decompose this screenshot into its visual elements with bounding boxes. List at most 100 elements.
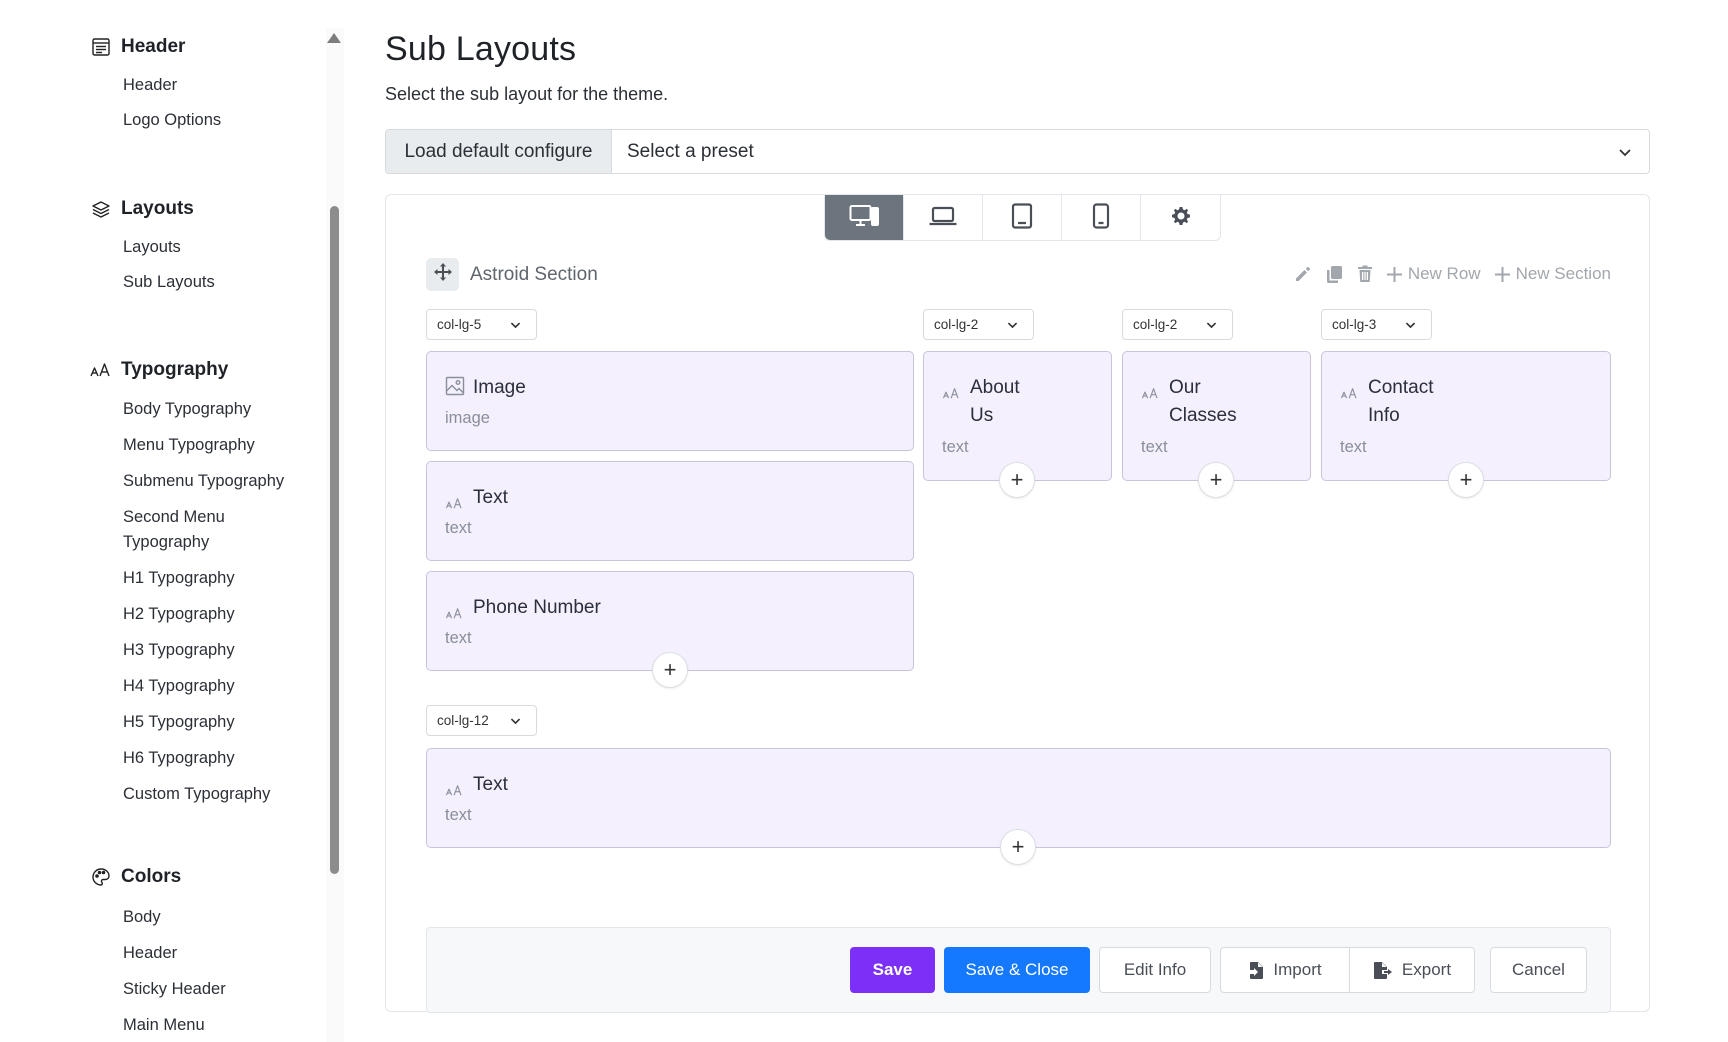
sidebar-group-layouts[interactable]: Layouts — [90, 194, 194, 224]
preset-selector: Load default configure Select a preset — [385, 129, 1650, 174]
new-section-button[interactable]: New Section — [1494, 264, 1611, 284]
sidebar-group-header[interactable]: Header — [90, 32, 185, 62]
column-width-select[interactable]: col-lg-12 — [426, 705, 537, 736]
column-width-select[interactable]: col-lg-2 — [923, 309, 1034, 340]
sidebar-item-body-typography[interactable]: Body Typography — [123, 397, 313, 422]
sidebar-scrollbar-thumb[interactable] — [330, 206, 339, 874]
import-label: Import — [1273, 960, 1322, 979]
duplicate-section-button[interactable] — [1326, 265, 1343, 284]
sidebar-item-second-menu-typography[interactable]: Second Menu Typography — [123, 505, 243, 555]
typography-icon — [90, 359, 112, 381]
addon-type: text — [942, 438, 969, 456]
new-row-button[interactable]: New Row — [1386, 264, 1481, 284]
sidebar-item-sub-layouts[interactable]: Sub Layouts — [123, 270, 313, 295]
pencil-icon — [1295, 267, 1310, 281]
copy-icon — [1326, 265, 1342, 283]
desktop-icon — [849, 204, 879, 233]
column-width-select[interactable]: col-lg-2 — [1122, 309, 1233, 340]
sidebar-item-menu-typography[interactable]: Menu Typography — [123, 433, 313, 458]
addon-title: About Us — [970, 377, 1020, 426]
column-width-value: col-lg-3 — [1332, 317, 1377, 332]
edit-section-button[interactable] — [1294, 265, 1312, 283]
sidebar-item-h5-typography[interactable]: H5 Typography — [123, 710, 313, 735]
new-row-label: New Row — [1407, 264, 1481, 283]
device-mobile-button[interactable] — [1062, 195, 1141, 240]
delete-section-button[interactable] — [1357, 265, 1373, 283]
addon-card[interactable]: Text text — [426, 461, 914, 561]
add-addon-button[interactable]: + — [999, 462, 1035, 498]
plus-icon — [1494, 266, 1510, 282]
preset-select[interactable]: Select a preset — [612, 130, 1649, 173]
edit-info-button[interactable]: Edit Info — [1099, 947, 1211, 993]
text-icon — [445, 778, 465, 806]
addon-title-wrap: Text — [445, 484, 508, 519]
column-width-value: col-lg-12 — [437, 713, 489, 728]
addon-title: Image — [473, 377, 526, 398]
sidebar-group-title: Typography — [121, 359, 229, 380]
addon-title: Phone Number — [473, 597, 601, 618]
addon-type: text — [445, 629, 472, 647]
sidebar-item-logo-options[interactable]: Logo Options — [123, 108, 313, 133]
sidebar-group-colors[interactable]: Colors — [90, 862, 181, 892]
mobile-icon — [1092, 202, 1110, 234]
sidebar-item-body[interactable]: Body — [123, 905, 313, 930]
sidebar-group-typography[interactable]: Typography — [90, 355, 228, 385]
move-icon — [433, 262, 453, 287]
sidebar-item-layouts[interactable]: Layouts — [123, 235, 313, 260]
sidebar-item-h3-typography[interactable]: H3 Typography — [123, 638, 313, 663]
column-width-value: col-lg-2 — [934, 317, 979, 332]
text-icon — [445, 491, 465, 519]
device-desktop-button[interactable] — [825, 195, 904, 240]
add-addon-button[interactable]: + — [1448, 462, 1484, 498]
load-default-button[interactable]: Load default configure — [386, 130, 612, 173]
main-content: Sub Layouts Select the sub layout for th… — [385, 0, 1728, 1042]
cancel-button[interactable]: Cancel — [1490, 947, 1587, 993]
section-name: Astroid Section — [470, 264, 598, 285]
column-width-select[interactable]: col-lg-3 — [1321, 309, 1432, 340]
sidebar-item-main-menu[interactable]: Main Menu — [123, 1013, 313, 1038]
new-section-label: New Section — [1515, 264, 1611, 283]
save-close-button[interactable]: Save & Close — [944, 947, 1090, 993]
sidebar-item-custom-typography[interactable]: Custom Typography — [123, 782, 313, 807]
builder-footer: Save Save & Close Edit Info Import Expor… — [426, 927, 1611, 1013]
addon-type: text — [1141, 438, 1168, 456]
addon-card[interactable]: Image image — [426, 351, 914, 451]
sidebar-item-header-color[interactable]: Header — [123, 941, 313, 966]
device-settings-button[interactable] — [1141, 195, 1220, 240]
layout-builder: Astroid Section New Row New Section col-… — [385, 194, 1650, 1013]
scroll-up-arrow-icon[interactable] — [327, 33, 341, 43]
sidebar-item-header[interactable]: Header — [123, 73, 313, 98]
section-header: Astroid Section New Row New Section — [426, 258, 1611, 294]
sidebar-item-sticky-header[interactable]: Sticky Header — [123, 977, 313, 1002]
column-width-value: col-lg-2 — [1133, 317, 1178, 332]
add-addon-button[interactable]: + — [1198, 462, 1234, 498]
sidebar-item-h6-typography[interactable]: H6 Typography — [123, 746, 313, 771]
sidebar-item-h2-typography[interactable]: H2 Typography — [123, 602, 313, 627]
chevron-down-icon — [509, 319, 522, 335]
sidebar: Header Header Logo Options Layouts Layou… — [0, 0, 345, 1042]
column-width-select[interactable]: col-lg-5 — [426, 309, 537, 340]
save-button[interactable]: Save — [850, 947, 935, 993]
add-addon-button[interactable]: + — [652, 652, 688, 688]
section-tools: New Row New Section — [1294, 264, 1611, 284]
chevron-down-icon — [1205, 319, 1218, 335]
sidebar-group-title: Layouts — [121, 198, 194, 219]
device-tablet-button[interactable] — [983, 195, 1062, 240]
import-button[interactable]: Import — [1220, 947, 1350, 993]
file-export-icon — [1373, 961, 1392, 979]
addon-type: text — [1340, 438, 1367, 456]
palette-icon — [90, 866, 112, 888]
sidebar-item-submenu-typography[interactable]: Submenu Typography — [123, 469, 313, 494]
addon-title: Text — [473, 487, 508, 508]
sidebar-item-h1-typography[interactable]: H1 Typography — [123, 566, 313, 591]
chevron-down-icon — [1006, 319, 1019, 335]
text-icon — [1340, 381, 1360, 409]
export-button[interactable]: Export — [1349, 947, 1475, 993]
add-addon-button[interactable]: + — [1000, 829, 1036, 865]
move-section-handle[interactable] — [426, 258, 459, 291]
device-laptop-button[interactable] — [904, 195, 983, 240]
addon-title: Text — [473, 774, 508, 795]
sidebar-item-h4-typography[interactable]: H4 Typography — [123, 674, 313, 699]
header-icon — [90, 36, 112, 58]
addon-type: text — [445, 519, 472, 537]
